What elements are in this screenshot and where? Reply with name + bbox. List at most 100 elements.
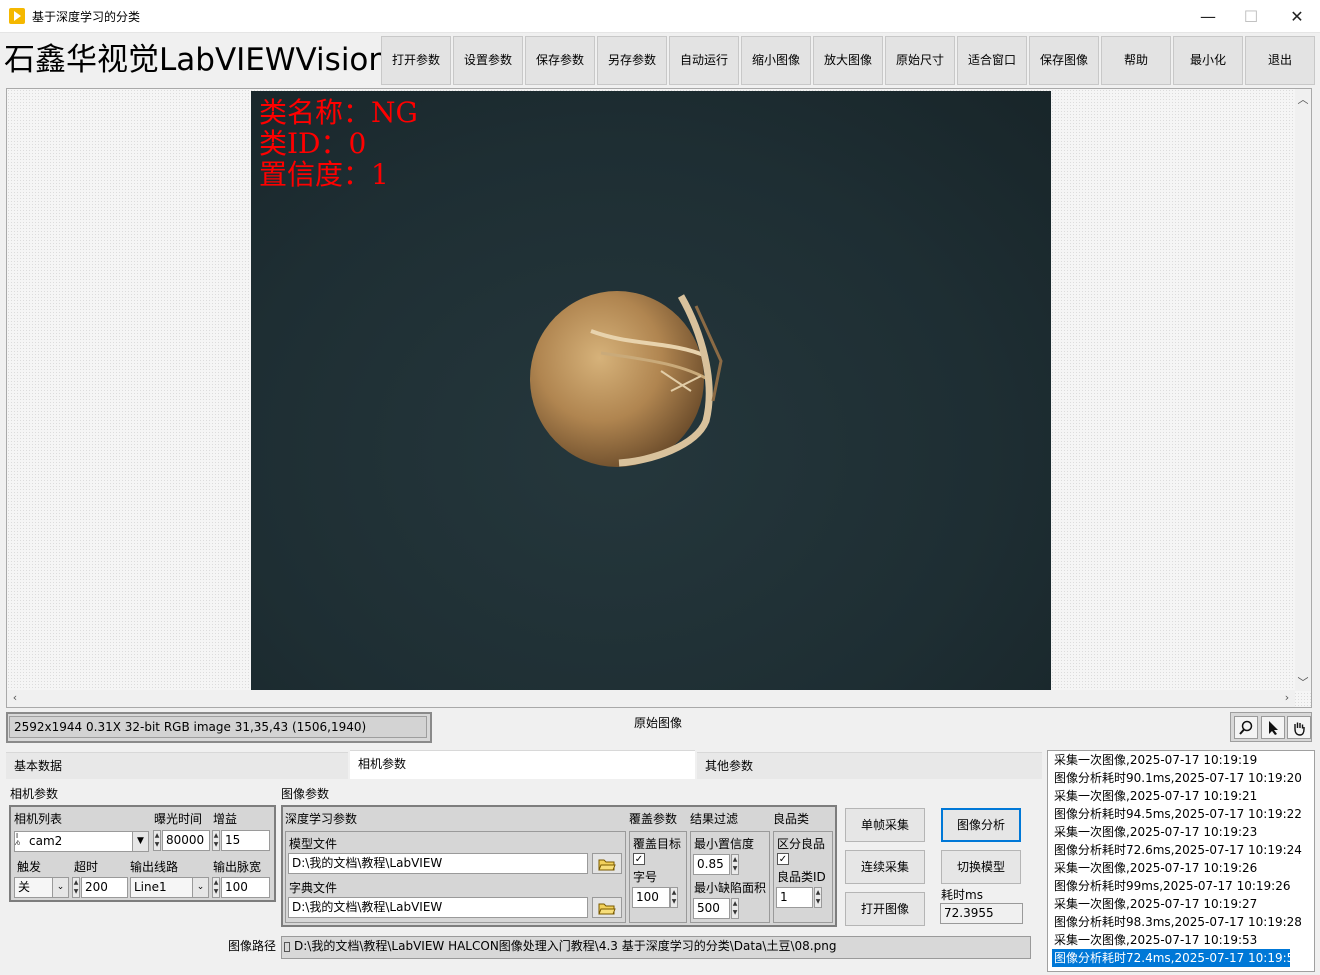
font-size-label: 字号 bbox=[633, 870, 658, 884]
toolbar-button-save-image[interactable]: 保存图像 bbox=[1029, 36, 1099, 85]
model-file-label: 模型文件 bbox=[289, 837, 338, 851]
log-item[interactable]: 采集一次图像,2025-07-17 10:19:23 bbox=[1052, 823, 1290, 841]
pan-hand-icon[interactable] bbox=[1287, 716, 1311, 739]
exposure-input[interactable]: 80000 bbox=[162, 830, 210, 851]
timeout-spin[interactable]: ▲ ▼ bbox=[72, 877, 80, 898]
single-capture-button[interactable]: 单帧采集 bbox=[845, 808, 925, 842]
min-defect-area-input[interactable]: 500 bbox=[693, 898, 730, 919]
scroll-right-icon[interactable]: › bbox=[1279, 691, 1295, 704]
output-line-dropdown-icon[interactable]: ⌄ bbox=[192, 878, 208, 897]
timeout-input[interactable]: 200 bbox=[81, 877, 128, 898]
good-class-id-input[interactable]: 1 bbox=[776, 887, 813, 908]
vertical-scrollbar[interactable]: ︿ ﹀ bbox=[1295, 89, 1311, 691]
toolbar-button-minimize[interactable]: 最小化 bbox=[1173, 36, 1243, 85]
exposure-label: 曝光时间 bbox=[154, 812, 203, 826]
elapsed-time-value: 72.3955 bbox=[940, 903, 1023, 924]
pulse-input[interactable]: 100 bbox=[221, 877, 270, 898]
trigger-dropdown-icon[interactable]: ⌄ bbox=[52, 878, 68, 897]
toolbar-button-fit-window[interactable]: 适合窗口 bbox=[957, 36, 1027, 85]
io-icon: I ⁄₀ bbox=[16, 832, 20, 847]
gain-label: 增益 bbox=[213, 812, 238, 826]
min-defect-area-label: 最小缺陷面积 bbox=[694, 881, 767, 895]
pulse-spin[interactable]: ▲ ▼ bbox=[212, 877, 220, 898]
toolbar-button-set-params[interactable]: 设置参数 bbox=[453, 36, 523, 85]
switch-model-button[interactable]: 切换模型 bbox=[941, 850, 1021, 884]
pointer-icon[interactable] bbox=[1261, 716, 1285, 739]
log-item[interactable]: 图像分析耗时72.6ms,2025-07-17 10:19:24 bbox=[1052, 841, 1302, 859]
camera-list-label: 相机列表 bbox=[14, 812, 63, 826]
camera-image[interactable]: 类名称：NG 类ID：0 置信度：1 bbox=[251, 91, 1051, 691]
window-maximize-button[interactable]: ☐ bbox=[1228, 0, 1274, 33]
log-item[interactable]: 图像分析耗时99ms,2025-07-17 10:19:26 bbox=[1052, 877, 1290, 895]
toolbar-button-zoom-in[interactable]: 放大图像 bbox=[813, 36, 883, 85]
display-label: 原始图像 bbox=[634, 716, 683, 730]
toolbar-button-zoom-out[interactable]: 缩小图像 bbox=[741, 36, 811, 85]
title-bar bbox=[0, 0, 1320, 33]
window-close-button[interactable]: ✕ bbox=[1274, 0, 1320, 33]
dict-file-label: 字典文件 bbox=[289, 881, 338, 895]
good-class-id-label: 良品类ID bbox=[777, 870, 826, 884]
scroll-up-icon[interactable]: ︿ bbox=[1295, 91, 1311, 107]
log-item[interactable]: 采集一次图像,2025-07-17 10:19:53 bbox=[1052, 931, 1290, 949]
dropdown-arrow-icon[interactable]: ▼ bbox=[132, 832, 148, 851]
log-item[interactable]: 图像分析耗时94.5ms,2025-07-17 10:19:22 bbox=[1052, 805, 1302, 823]
font-size-spin[interactable]: ▲ ▼ bbox=[670, 887, 678, 908]
tab-camera-params[interactable]: 相机参数 bbox=[350, 750, 695, 779]
model-file-input[interactable]: D:\我的文档\教程\LabVIEW bbox=[288, 853, 588, 874]
scroll-down-icon[interactable]: ﹀ bbox=[1295, 674, 1311, 690]
log-item[interactable]: 采集一次图像,2025-07-17 10:19:27 bbox=[1052, 895, 1290, 913]
log-item[interactable]: 采集一次图像,2025-07-17 10:19:26 bbox=[1052, 859, 1290, 877]
window-title: 基于深度学习的分类 bbox=[32, 10, 141, 24]
tab-other-params[interactable]: 其他参数 bbox=[697, 752, 1042, 779]
horizontal-scrollbar[interactable]: ‹ › bbox=[7, 690, 1295, 707]
brand-title: 石鑫华视觉LabVIEWVision bbox=[4, 42, 389, 78]
overlay-target-checkbox[interactable]: ✓ bbox=[633, 853, 645, 865]
dl-params-label: 深度学习参数 bbox=[285, 812, 358, 826]
min-confidence-input[interactable]: 0.85 bbox=[693, 854, 730, 875]
output-line-label: 输出线路 bbox=[130, 860, 179, 874]
log-item[interactable]: 图像分析耗时90.1ms,2025-07-17 10:19:20 bbox=[1052, 769, 1302, 787]
toolbar-button-exit[interactable]: 退出 bbox=[1245, 36, 1315, 85]
zoom-icon[interactable] bbox=[1234, 716, 1258, 739]
analyze-image-button[interactable]: 图像分析 bbox=[941, 808, 1021, 842]
toolbar-button-save-as-params[interactable]: 另存参数 bbox=[597, 36, 667, 85]
continuous-capture-button[interactable]: 连续采集 bbox=[845, 850, 925, 884]
pulse-width-label: 输出脉宽 bbox=[213, 860, 262, 874]
scroll-left-icon[interactable]: ‹ bbox=[7, 691, 23, 704]
good-class-id-spin[interactable]: ▲ ▼ bbox=[814, 887, 822, 908]
overlay-target-label: 覆盖目标 bbox=[633, 837, 682, 851]
log-item[interactable]: 采集一次图像,2025-07-17 10:19:21 bbox=[1052, 787, 1290, 805]
exposure-spin[interactable]: ▲ ▼ bbox=[153, 830, 161, 851]
log-item-selected[interactable]: 图像分析耗时72.4ms,2025-07-17 10:19:53 bbox=[1052, 949, 1302, 967]
min-confidence-spin[interactable]: ▲ ▼ bbox=[731, 854, 739, 875]
trigger-label: 触发 bbox=[17, 860, 42, 874]
timeout-label: 超时 bbox=[74, 860, 99, 874]
image-path-input[interactable]: D:\我的文档\教程\LabVIEW HALCON图像处理入门教程\4.3 基于… bbox=[281, 936, 1031, 959]
distinguish-good-checkbox[interactable]: ✓ bbox=[777, 853, 789, 865]
result-filter-label: 结果过滤 bbox=[690, 812, 739, 826]
toolbar-button-auto-run[interactable]: 自动运行 bbox=[669, 36, 739, 85]
font-size-input[interactable]: 100 bbox=[632, 887, 670, 908]
gain-input[interactable]: 15 bbox=[221, 830, 270, 851]
log-item[interactable]: 图像分析耗时98.3ms,2025-07-17 10:19:28 bbox=[1052, 913, 1302, 931]
path-icon bbox=[284, 942, 290, 952]
gain-spin[interactable]: ▲ ▼ bbox=[212, 830, 220, 851]
folder-icon[interactable] bbox=[592, 897, 622, 918]
dict-file-input[interactable]: D:\我的文档\教程\LabVIEW bbox=[288, 897, 588, 918]
min-defect-area-spin[interactable]: ▲ ▼ bbox=[731, 898, 739, 919]
toolbar-button-save-params[interactable]: 保存参数 bbox=[525, 36, 595, 85]
overlay-class-id: 类ID：0 bbox=[259, 127, 367, 160]
image-params-label: 图像参数 bbox=[281, 787, 330, 801]
camera-list-select[interactable]: cam2 bbox=[14, 831, 149, 852]
log-item[interactable]: 采集一次图像,2025-07-17 10:19:19 bbox=[1052, 751, 1290, 769]
open-image-button[interactable]: 打开图像 bbox=[845, 892, 925, 926]
good-class-label: 良品类 bbox=[773, 812, 810, 826]
toolbar-button-help[interactable]: 帮助 bbox=[1101, 36, 1171, 85]
camera-section-label: 相机参数 bbox=[10, 787, 59, 801]
toolbar-button-open-params[interactable]: 打开参数 bbox=[381, 36, 451, 85]
window-minimize-button[interactable]: — bbox=[1185, 0, 1231, 33]
toolbar-button-original-size[interactable]: 原始尺寸 bbox=[885, 36, 955, 85]
folder-icon[interactable] bbox=[592, 853, 622, 874]
overlay-params-label: 覆盖参数 bbox=[629, 812, 678, 826]
tab-basic-data[interactable]: 基本数据 bbox=[6, 752, 348, 779]
